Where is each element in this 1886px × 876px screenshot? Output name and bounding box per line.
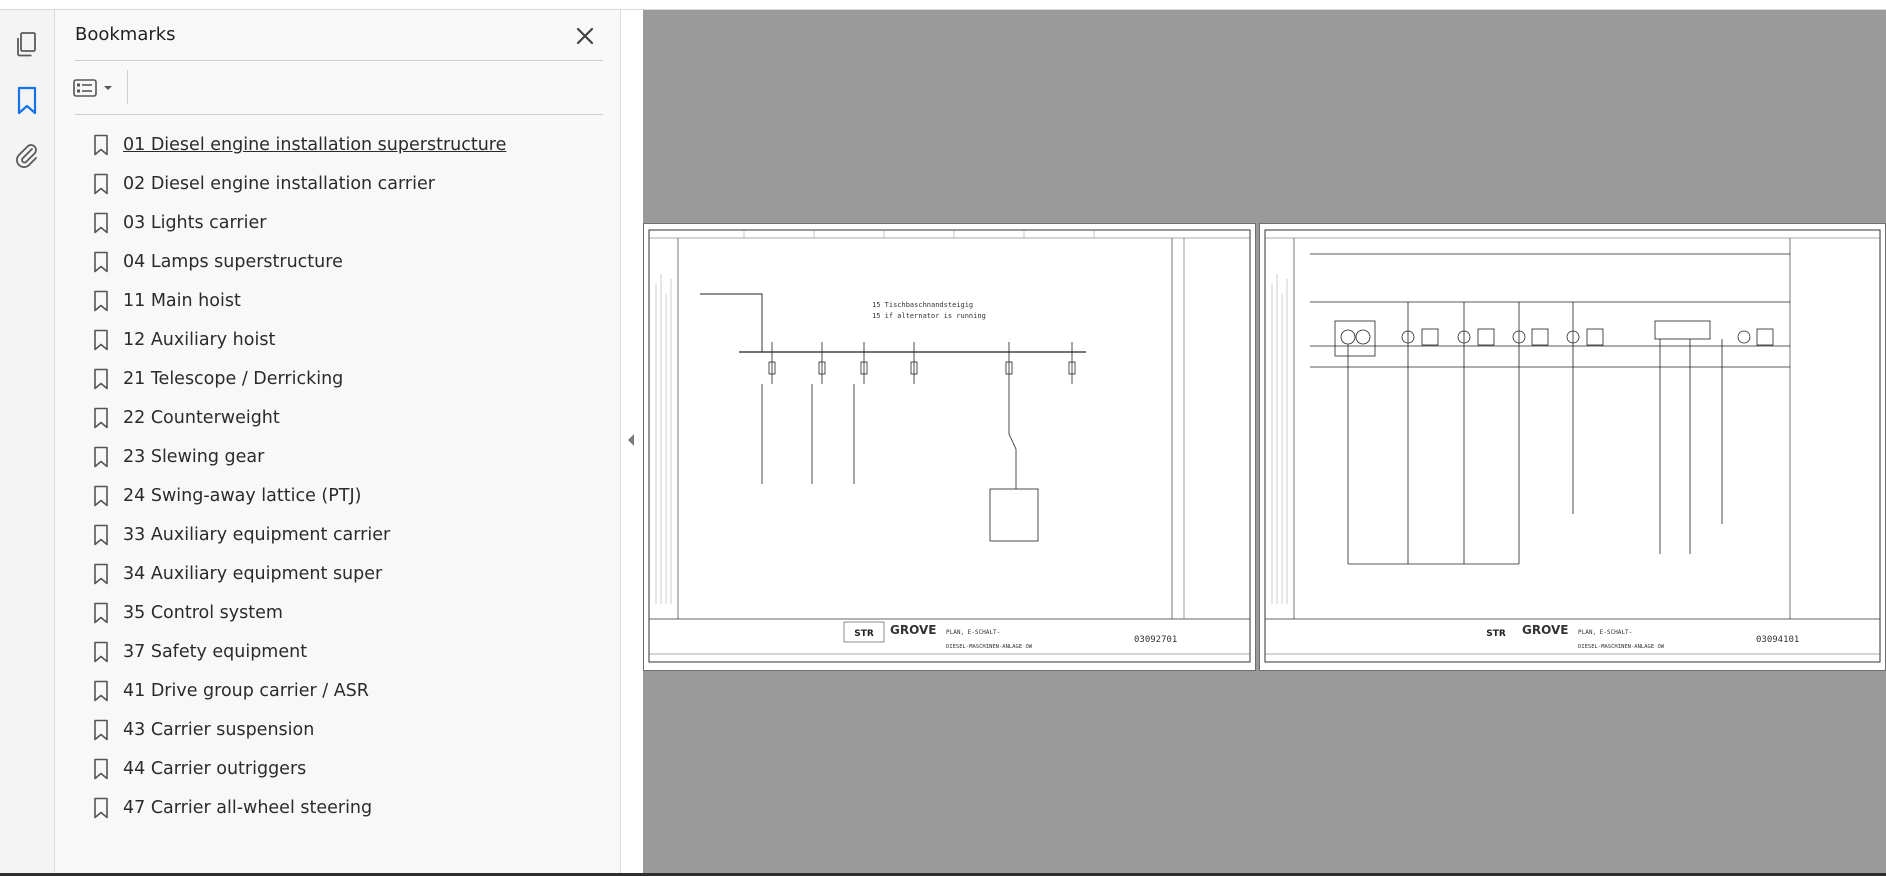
bookmark-item[interactable]: 01 Diesel engine installation superstruc… [93, 130, 506, 160]
drawing-subtitle: DIESEL-MASCHINEN-ANLAGE OW [946, 644, 1033, 650]
bookmark-icon [94, 329, 108, 351]
bookmark-icon [94, 719, 108, 741]
bookmark-item[interactable]: 35 Control system [93, 598, 283, 628]
bookmark-label: 04 Lamps superstructure [123, 252, 343, 272]
drawing-note-2: 15 if alternator is running [872, 312, 986, 320]
bookmark-label: 35 Control system [123, 603, 283, 623]
bookmark-icon [94, 446, 108, 468]
bookmark-label: 03 Lights carrier [123, 213, 267, 233]
drawing-title: PLAN, E-SCHALT- [946, 629, 1000, 636]
bookmark-icon [94, 368, 108, 390]
bookmark-item[interactable]: 04 Lamps superstructure [93, 247, 343, 277]
schematic-drawing-2: STR GROVE PLAN, E-SCHALT- DIESEL-MASCHIN… [1264, 229, 1881, 663]
close-panel-button[interactable] [571, 22, 599, 50]
drawing-subtitle: DIESEL-MASCHINEN-ANLAGE OW [1578, 644, 1665, 650]
bookmark-item[interactable]: 37 Safety equipment [93, 637, 307, 667]
bookmark-label: 34 Auxiliary equipment super [123, 564, 383, 584]
bookmark-label: 02 Diesel engine installation carrier [123, 174, 435, 194]
bookmark-item[interactable]: 23 Slewing gear [93, 442, 264, 472]
bookmarks-button[interactable] [10, 84, 44, 118]
bookmark-label: 33 Auxiliary equipment carrier [123, 525, 391, 545]
bookmark-item[interactable]: 33 Auxiliary equipment carrier [93, 520, 390, 550]
bookmark-label: 11 Main hoist [123, 291, 241, 311]
bookmark-label: 23 Slewing gear [123, 447, 265, 467]
top-bar [0, 0, 1886, 10]
panel-title: Bookmarks [75, 24, 176, 45]
pages-thumbnail-button[interactable] [10, 28, 44, 62]
bookmark-item[interactable]: 02 Diesel engine installation carrier [93, 169, 435, 199]
bookmark-icon [94, 173, 108, 195]
toolbar-divider [75, 114, 603, 115]
collapse-panel-handle[interactable] [626, 430, 636, 450]
title-block-code: STR [854, 629, 874, 639]
bookmark-label: 21 Telescope / Derricking [123, 369, 344, 389]
bookmark-label: 37 Safety equipment [123, 642, 308, 662]
drawing-title: PLAN, E-SCHALT- [1578, 629, 1632, 636]
bookmark-icon [94, 641, 108, 663]
bookmark-item[interactable]: 03 Lights carrier [93, 208, 266, 238]
bookmark-icon [94, 680, 108, 702]
drawing-number: 03094101 [1756, 635, 1799, 645]
drawing-note-1: 15 Tischbaschnandsteigig [872, 301, 973, 309]
bookmark-item[interactable]: 12 Auxiliary hoist [93, 325, 275, 355]
bookmark-item[interactable]: 44 Carrier outriggers [93, 754, 306, 784]
bookmark-icon [94, 758, 108, 780]
bookmark-item[interactable]: 41 Drive group carrier / ASR [93, 676, 369, 706]
bookmark-item[interactable]: 21 Telescope / Derricking [93, 364, 343, 394]
panel-divider [75, 60, 603, 61]
bookmark-icon [94, 797, 108, 819]
bookmark-icon [17, 86, 37, 115]
bookmark-item[interactable]: 24 Swing-away lattice (PTJ) [93, 481, 362, 511]
bookmark-icon [94, 485, 108, 507]
bookmark-icon [94, 212, 108, 234]
bookmark-icon [94, 602, 108, 624]
title-block-brand: GROVE [1522, 623, 1568, 637]
attachments-button[interactable] [10, 138, 44, 172]
bookmark-label: 01 Diesel engine installation superstruc… [123, 135, 507, 155]
bookmark-icon [94, 563, 108, 585]
bookmark-label: 22 Counterweight [123, 408, 280, 428]
bookmark-item[interactable]: 22 Counterweight [93, 403, 280, 433]
pages-icon [17, 32, 36, 57]
schematic-drawing-1: 15 Tischbaschnandsteigig 15 if alternato… [648, 229, 1251, 663]
list-options-icon [73, 79, 97, 97]
toolbar-separator [127, 70, 128, 104]
bookmark-icon [94, 407, 108, 429]
bookmark-item[interactable]: 11 Main hoist [93, 286, 241, 316]
title-block-code: STR [1486, 629, 1506, 639]
bookmark-label: 47 Carrier all-wheel steering [123, 798, 373, 818]
drawing-number: 03092701 [1134, 635, 1177, 645]
bookmark-icon [94, 524, 108, 546]
document-page-1: 15 Tischbaschnandsteigig 15 if alternato… [643, 223, 1256, 671]
bookmark-item[interactable]: 43 Carrier suspension [93, 715, 314, 745]
bookmark-icon [94, 251, 108, 273]
document-viewer[interactable]: 15 Tischbaschnandsteigig 15 if alternato… [643, 10, 1886, 873]
bookmark-icon [94, 134, 108, 156]
bookmark-item[interactable]: 34 Auxiliary equipment super [93, 559, 382, 589]
bookmark-label: 12 Auxiliary hoist [123, 330, 276, 350]
title-block-brand: GROVE [890, 623, 936, 637]
bookmarks-panel: Bookmarks 01 Diesel engine installation … [55, 10, 621, 873]
bookmark-icon [94, 290, 108, 312]
bookmark-label: 24 Swing-away lattice (PTJ) [123, 486, 362, 506]
bookmark-label: 44 Carrier outriggers [123, 759, 307, 779]
bookmark-label: 43 Carrier suspension [123, 720, 315, 740]
bookmark-label: 41 Drive group carrier / ASR [123, 681, 369, 701]
attachment-icon [16, 144, 37, 168]
left-tool-rail [0, 10, 71, 873]
bookmark-item[interactable]: 47 Carrier all-wheel steering [93, 793, 372, 823]
chevron-left-icon [628, 434, 634, 446]
close-icon [576, 27, 594, 45]
bookmark-options-button[interactable] [73, 74, 123, 102]
chevron-down-icon [104, 86, 112, 90]
document-page-2: STR GROVE PLAN, E-SCHALT- DIESEL-MASCHIN… [1259, 223, 1886, 671]
